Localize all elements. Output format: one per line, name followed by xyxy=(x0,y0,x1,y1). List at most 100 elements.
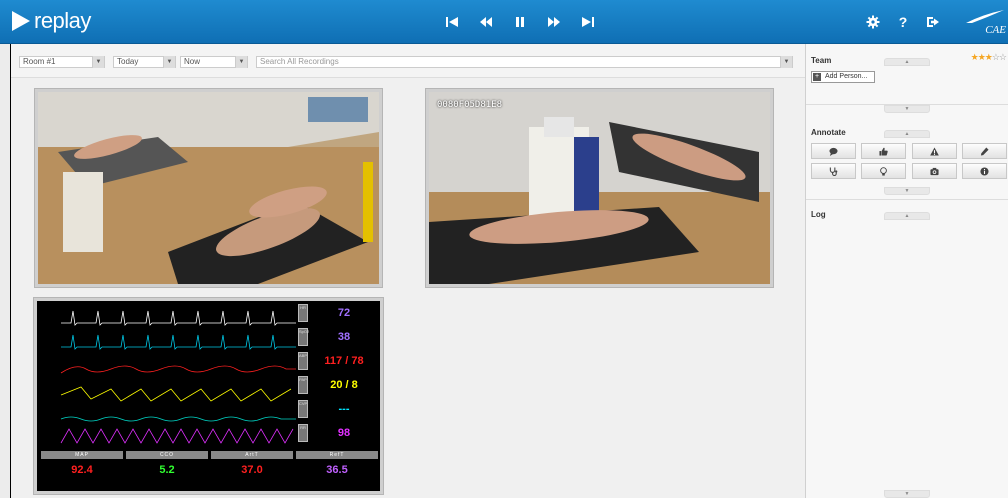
divider xyxy=(806,199,1008,200)
fast-forward-icon xyxy=(548,17,560,27)
settings-button[interactable] xyxy=(862,11,884,33)
plus-icon: + xyxy=(813,73,821,81)
info-button[interactable] xyxy=(962,163,1007,179)
skip-forward-icon xyxy=(582,17,594,27)
bottom-label-map: MAP xyxy=(41,451,123,459)
annotate-expand-tab[interactable]: ▼ xyxy=(884,187,930,195)
camera-id-label: 0080F05D81E8 xyxy=(437,100,503,110)
thumbs-up-icon xyxy=(879,147,888,156)
vital-label-pap: PAP xyxy=(298,376,308,394)
brand-name: CAE xyxy=(985,24,1006,36)
top-bar: replay ? CAE xyxy=(0,0,1008,44)
annotate-title: Annotate xyxy=(811,128,846,137)
chevron-down-icon: ▼ xyxy=(235,56,247,68)
camera-view-1[interactable] xyxy=(35,89,382,287)
bottom-value-cco: 5.2 xyxy=(159,464,175,476)
time-select-value: Now xyxy=(184,57,201,66)
playback-controls xyxy=(440,0,600,44)
bottom-label-cco: CCO xyxy=(126,451,208,459)
vital-value-abp: 117 / 78 xyxy=(324,355,364,367)
vital-value-rr: 98 xyxy=(337,427,351,439)
pen-icon xyxy=(980,146,989,156)
bottom-value-artt: 37.0 xyxy=(241,464,263,476)
help-button[interactable]: ? xyxy=(892,11,914,33)
info-icon xyxy=(980,166,989,176)
logout-button[interactable] xyxy=(922,11,944,33)
bottom-value-reft: 36.5 xyxy=(326,464,348,476)
date-select[interactable]: Today ▼ xyxy=(113,56,176,68)
vital-value-hr: 72 xyxy=(337,307,351,319)
stethoscope-button[interactable] xyxy=(811,163,856,179)
team-expand-tab[interactable]: ▼ xyxy=(884,105,930,113)
logout-icon xyxy=(927,17,939,27)
replay-logo: replay xyxy=(10,8,91,34)
side-panel: Team ★★★☆☆ ▲ + Add Person... ▼ Annotate … xyxy=(805,44,1008,498)
play-logo-icon xyxy=(12,11,30,31)
filter-bar: Room #1 ▼ Today ▼ Now ▼ Search All Recor… xyxy=(11,44,806,78)
comment-button[interactable] xyxy=(811,143,856,159)
star-empty-icon[interactable]: ☆ xyxy=(992,52,1000,62)
star-filled-icon[interactable]: ★ xyxy=(978,52,986,62)
pen-button[interactable] xyxy=(962,143,1007,159)
time-select[interactable]: Now ▼ xyxy=(180,56,248,68)
vital-value-spo2: 38 xyxy=(337,331,351,343)
vital-label-cvp: CVP xyxy=(298,400,308,418)
waveforms xyxy=(60,310,296,444)
skip-back-icon xyxy=(446,17,458,27)
fast-forward-button[interactable] xyxy=(542,10,566,34)
cae-logo: CAE xyxy=(964,8,1006,36)
vital-label-hr: HR xyxy=(298,304,308,322)
vital-label-spo2: SpO2 xyxy=(298,328,309,346)
help-icon: ? xyxy=(898,14,908,30)
vital-value-cvp: --- xyxy=(338,403,350,415)
main-area: Room #1 ▼ Today ▼ Now ▼ Search All Recor… xyxy=(10,44,806,498)
search-recordings-input[interactable]: Search All Recordings ▼ xyxy=(256,56,793,68)
warning-icon xyxy=(930,146,939,156)
skip-forward-button[interactable] xyxy=(576,10,600,34)
pause-icon xyxy=(516,17,524,27)
search-placeholder: Search All Recordings xyxy=(260,57,339,66)
star-filled-icon[interactable]: ★ xyxy=(971,52,979,62)
log-collapse-tab[interactable]: ▲ xyxy=(884,212,930,220)
add-person-button[interactable]: + Add Person... xyxy=(811,71,875,83)
cae-swoosh-icon xyxy=(966,10,1004,23)
bottom-label-reft: RefT xyxy=(296,451,378,459)
star-empty-icon[interactable]: ☆ xyxy=(999,52,1007,62)
header-actions: ? xyxy=(862,0,944,44)
chevron-down-icon: ▼ xyxy=(92,56,104,68)
gear-icon xyxy=(866,15,880,29)
camera-button[interactable] xyxy=(912,163,957,179)
log-expand-tab[interactable]: ▼ xyxy=(884,490,930,498)
date-select-value: Today xyxy=(117,57,139,66)
vital-value-pap: 20 / 8 xyxy=(330,379,358,391)
stethoscope-icon xyxy=(829,166,838,176)
star-filled-icon[interactable]: ★ xyxy=(985,52,993,62)
add-person-label: Add Person... xyxy=(825,73,868,80)
bottom-label-artt: ArtT xyxy=(211,451,293,459)
thumbs-up-button[interactable] xyxy=(861,143,906,159)
team-title: Team xyxy=(811,56,832,65)
camera-view-2[interactable]: 0080F05D81E8 xyxy=(426,89,773,287)
patient-monitor[interactable]: HR SpO2 ABP PAP CVP RR 72 38 117 / 78 20… xyxy=(34,298,383,494)
rewind-icon xyxy=(480,17,492,27)
app-name: replay xyxy=(34,8,91,33)
annotate-collapse-tab[interactable]: ▲ xyxy=(884,130,930,138)
bottom-value-map: 92.4 xyxy=(71,464,93,476)
lightbulb-button[interactable] xyxy=(861,163,906,179)
camera-feed-1 xyxy=(38,92,379,284)
vital-label-abp: ABP xyxy=(298,352,308,370)
room-select-value: Room #1 xyxy=(23,57,56,66)
vital-label-rr: RR xyxy=(298,424,308,442)
skip-back-button[interactable] xyxy=(440,10,464,34)
rewind-button[interactable] xyxy=(474,10,498,34)
pause-button[interactable] xyxy=(508,10,532,34)
rating-stars[interactable]: ★★★☆☆ xyxy=(971,52,1007,63)
camera-icon xyxy=(930,167,939,175)
room-select[interactable]: Room #1 ▼ xyxy=(19,56,105,68)
warning-button[interactable] xyxy=(912,143,957,159)
team-collapse-tab[interactable]: ▲ xyxy=(884,58,930,66)
log-title: Log xyxy=(811,210,826,219)
chevron-down-icon: ▼ xyxy=(163,56,175,68)
chevron-down-icon: ▼ xyxy=(780,56,792,68)
comment-icon xyxy=(829,147,838,156)
